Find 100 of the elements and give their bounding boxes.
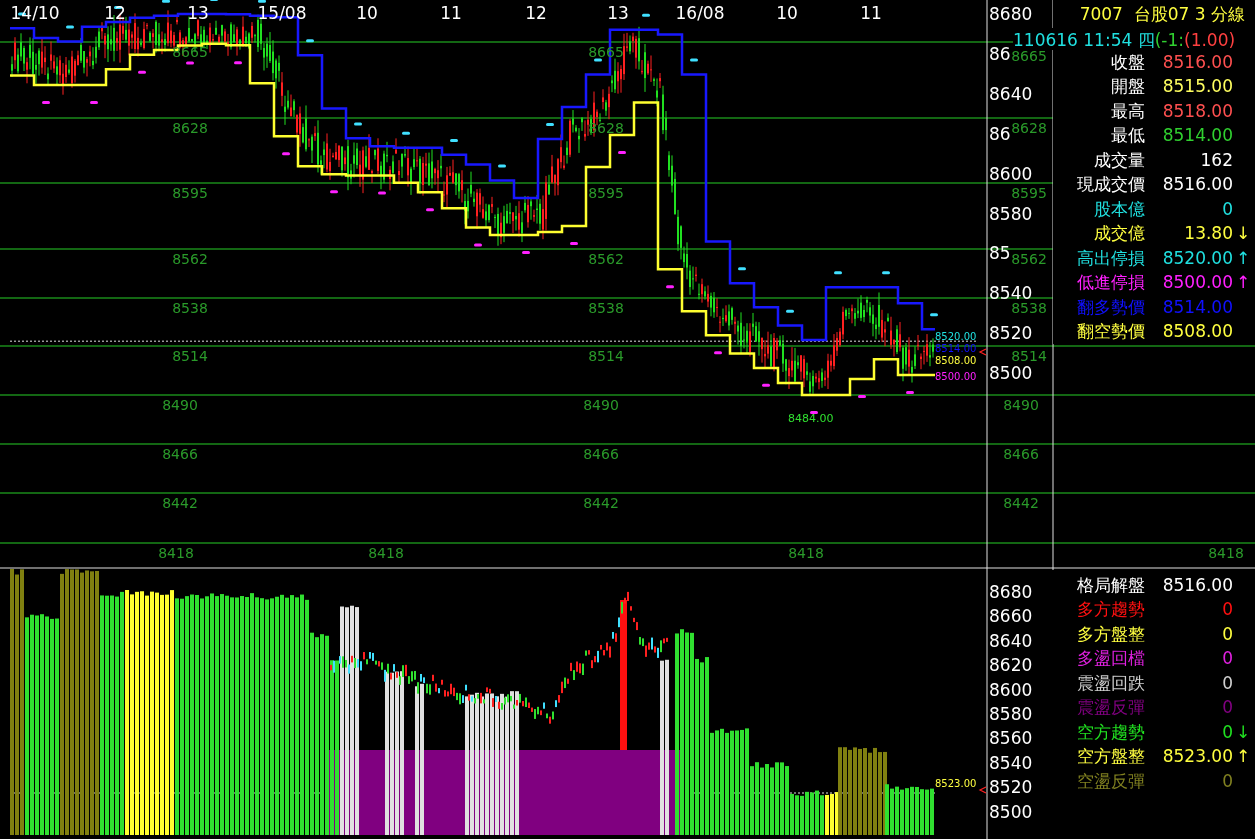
grid-label: 8418 xyxy=(1208,545,1244,561)
grid-label: 8595 xyxy=(588,185,624,201)
row-value: 8514.00 xyxy=(1161,127,1233,145)
time-label: 11 xyxy=(440,3,462,23)
row-value: 13.80 xyxy=(1183,225,1233,243)
grid-label: 8562 xyxy=(172,251,208,267)
grid-label: 8418 xyxy=(368,545,404,561)
row-label: 開盤 xyxy=(1110,78,1145,96)
grid-label: 8514 xyxy=(172,348,208,364)
axis-label: 8540 xyxy=(989,752,1033,773)
grid-label: 8665 xyxy=(1011,48,1047,64)
arrow-icon: ↑ xyxy=(1233,249,1253,267)
row-label: 震盪反彈 xyxy=(1076,699,1145,717)
row-label: 最低 xyxy=(1110,127,1145,145)
row-label: 成交億 xyxy=(1093,225,1145,243)
low-price-tag: 8484.00 xyxy=(788,412,834,425)
axis-label: 8620 xyxy=(989,655,1033,676)
price-tag: 8523.00 xyxy=(935,778,977,789)
chart-title: 7007 台股07 3 分線 xyxy=(1078,3,1246,26)
axis-label: 8520 xyxy=(989,777,1033,798)
axis-label: 8640 xyxy=(989,83,1033,104)
grid-label: 8628 xyxy=(1011,120,1047,136)
axis-label: 8520 xyxy=(989,323,1033,344)
arrow-icon: ↑ xyxy=(1233,748,1253,766)
time-label: 16/08 xyxy=(675,3,725,23)
row-label: 格局解盤 xyxy=(1076,576,1145,594)
time-label: 14/10 xyxy=(10,3,60,23)
row-value: 0 xyxy=(1221,200,1233,218)
row-value: 8518.00 xyxy=(1161,102,1233,120)
time-label: 12 xyxy=(104,3,126,23)
axis-label: 8600 xyxy=(989,163,1033,184)
time-label: 11 xyxy=(860,3,882,23)
price-tag: 8514.00 xyxy=(935,343,977,354)
row-label: 多方盤整 xyxy=(1076,625,1145,643)
grid-label: 8466 xyxy=(1003,446,1039,462)
row-value: 8520.00 xyxy=(1161,249,1233,267)
grid-label: 8490 xyxy=(1003,397,1039,413)
time-label: 13 xyxy=(607,3,629,23)
price-tag: 8508.00 xyxy=(935,355,977,366)
row-value: 8516.00 xyxy=(1161,53,1233,71)
time-label: 10 xyxy=(356,3,378,23)
row-label: 翻多勢價 xyxy=(1076,298,1145,316)
grid-label: 8595 xyxy=(172,185,208,201)
axis-label: 8680 xyxy=(989,582,1033,602)
grid-label: 8628 xyxy=(172,120,208,136)
grid-label: 8514 xyxy=(588,348,624,364)
row-label: 多方趨勢 xyxy=(1076,601,1145,619)
row-label: 收盤 xyxy=(1110,53,1145,71)
row-value: 8523.00 xyxy=(1161,748,1233,766)
row-label: 成交量 xyxy=(1093,151,1145,169)
axis-label: 85 xyxy=(989,243,1011,264)
arrow-icon: ↑ xyxy=(1233,274,1253,292)
row-label: 股本億 xyxy=(1093,200,1145,218)
row-label: 高出停損 xyxy=(1076,249,1145,267)
row-label: 空方盤整 xyxy=(1076,748,1145,766)
row-value: 0 xyxy=(1221,723,1233,741)
grid-label: 8466 xyxy=(162,446,198,462)
grid-label: 8514 xyxy=(1011,348,1047,364)
grid-label: 8595 xyxy=(1011,185,1047,201)
row-value: 8515.00 xyxy=(1161,78,1233,96)
row-value: 0 xyxy=(1221,650,1233,668)
date-time: 110616 11:54 四 xyxy=(1013,28,1155,50)
row-label: 最高 xyxy=(1110,102,1145,120)
axis-label: 8500 xyxy=(989,801,1033,822)
time-label: 12 xyxy=(525,3,547,23)
grid-label: 8442 xyxy=(1003,495,1039,511)
grid-label: 8418 xyxy=(158,545,194,561)
axis-label: 8640 xyxy=(989,630,1033,651)
axis-label: 8680 xyxy=(989,4,1033,24)
grid-label: 8466 xyxy=(583,446,619,462)
axis-label: 8600 xyxy=(989,679,1033,700)
axis-label: 8660 xyxy=(989,606,1033,627)
row-value: 0 xyxy=(1221,601,1233,619)
axis-label: 8580 xyxy=(989,704,1033,724)
grid-label: 8538 xyxy=(588,300,624,316)
row-label: 空方趨勢 xyxy=(1076,723,1145,741)
change-text: (-1: xyxy=(1154,29,1184,50)
row-value: 0 xyxy=(1221,674,1233,692)
row-value: 0 xyxy=(1221,772,1233,790)
price-tag: 8500.00 xyxy=(935,371,977,382)
grid-label: 8442 xyxy=(162,495,198,511)
row-value: 8516.00 xyxy=(1161,576,1233,594)
row-value: 0 xyxy=(1221,699,1233,717)
row-value: 162 xyxy=(1199,151,1233,169)
row-value: 8514.00 xyxy=(1161,298,1233,316)
row-label: 現成交價 xyxy=(1076,176,1145,194)
row-label: 空盪反彈 xyxy=(1076,772,1145,790)
grid-label: 8562 xyxy=(1011,251,1047,267)
grid-label: 8418 xyxy=(788,545,824,561)
row-value: 8508.00 xyxy=(1161,323,1233,341)
price-tag: 8520.00 xyxy=(935,331,977,342)
arrow-icon: ↓ xyxy=(1233,723,1253,741)
time-label: 10 xyxy=(776,3,798,23)
arrow-icon: ↓ xyxy=(1233,225,1253,243)
row-label: 震盪回跌 xyxy=(1076,674,1145,692)
row-value: 8500.00 xyxy=(1161,274,1233,292)
change-percent: (1.00) xyxy=(1184,29,1236,50)
grid-label: 8562 xyxy=(588,251,624,267)
row-label: 多盪回檔 xyxy=(1076,650,1145,668)
axis-label: 86 xyxy=(989,43,1011,64)
